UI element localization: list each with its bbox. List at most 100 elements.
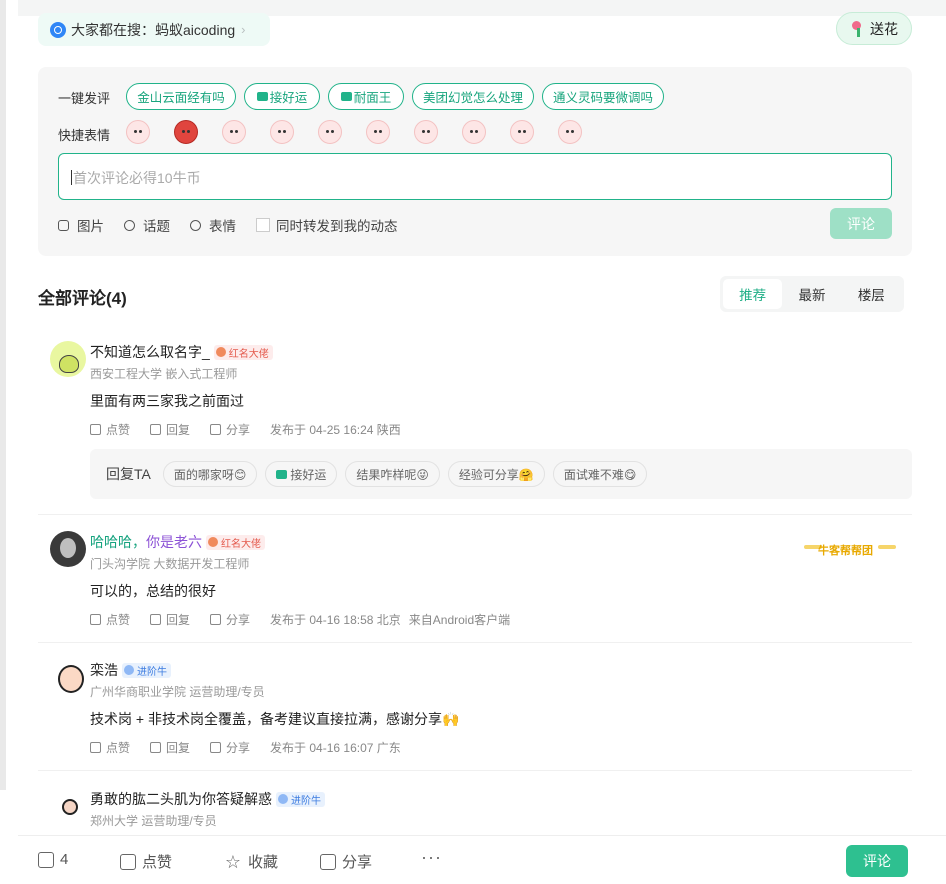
reply-chip[interactable]: 经验可分享🤗	[447, 461, 545, 487]
quick-emoji-label: 快捷表情	[58, 128, 111, 143]
comment-composer: 一键发评 金山云面经有吗 接好运 耐面王 美团幻觉怎么处理 通义灵码要微调吗 快…	[38, 67, 912, 256]
thumbs-up-icon	[120, 853, 136, 870]
image-button[interactable]: 图片	[58, 215, 104, 235]
flower-icon	[850, 20, 866, 37]
emoji-button[interactable]: 表情	[190, 215, 236, 235]
comment-author[interactable]: 栾浩 进阶牛	[90, 660, 171, 680]
cow-emoji-icon[interactable]	[318, 120, 342, 144]
tab-recommended[interactable]: 推荐	[723, 279, 783, 309]
cow-emoji-icon[interactable]	[462, 120, 486, 144]
avatar[interactable]	[50, 659, 86, 695]
image-icon	[58, 219, 69, 231]
like-button[interactable]: 点赞	[120, 851, 172, 872]
share-button[interactable]: 分享	[210, 739, 250, 756]
author-subtitle: 西安工程大学 嵌入式工程师	[90, 367, 238, 381]
reply-icon	[150, 614, 162, 625]
cow-emoji-icon[interactable]	[510, 120, 534, 144]
tab-floor[interactable]: 楼层	[842, 279, 901, 309]
comment-actions: 点赞 回复 分享 发布于 04-16 16:07 广东	[90, 739, 421, 756]
checkbox-box[interactable]	[256, 218, 270, 232]
send-flower-button[interactable]: 送花	[836, 12, 912, 45]
comments-title: 全部评论(4)	[38, 289, 127, 308]
cow-emoji-icon[interactable]	[222, 120, 246, 144]
reply-suggestions: 回复TA 面的哪家呀😊 接好运 结果咋样呢😜 经验可分享🤗 面试难不难😋	[90, 449, 912, 499]
divider	[38, 770, 912, 771]
author-subtitle: 郑州大学 运营助理/专员	[90, 814, 217, 828]
search-icon	[50, 21, 66, 38]
comment-text: 里面有两三家我之前面过	[90, 393, 244, 409]
reply-button[interactable]: 回复	[150, 421, 190, 438]
avatar[interactable]	[50, 341, 86, 377]
status-badge: 进阶牛	[122, 662, 171, 678]
reply-chip[interactable]: 结果咋样呢😜	[345, 461, 440, 487]
comment-author[interactable]: 不知道怎么取名字_ 红名大佬	[90, 342, 273, 362]
comment-meta: 发布于 04-16 18:58 北京 来自Android客户端	[270, 613, 511, 627]
comment-author[interactable]: 勇敢的肱二头肌为你答疑解惑 进阶牛	[90, 789, 325, 809]
quick-comment-chip[interactable]: 美团幻觉怎么处理	[412, 83, 534, 110]
comment-item: 栾浩 进阶牛 广州华商职业学院 运营助理/专员 技术岗 + 非技术岗全覆盖，备考…	[38, 659, 912, 771]
author-subtitle: 广州华商职业学院 运营助理/专员	[90, 685, 265, 699]
hot-search-pill[interactable]: 大家都在搜： 蚂蚁aicoding ›	[38, 13, 270, 46]
share-button[interactable]: 分享	[320, 851, 372, 872]
topic-button[interactable]: 话题	[124, 215, 170, 235]
reply-icon	[150, 742, 162, 753]
crying-cow-emoji-icon[interactable]	[366, 120, 390, 144]
comment-placeholder: 首次评论必得10牛币	[73, 170, 201, 186]
reply-chip[interactable]: 面试难不难😋	[552, 461, 648, 487]
comment-input[interactable]: 首次评论必得10牛币	[58, 153, 892, 200]
quick-comment-chip[interactable]: 耐面王	[328, 83, 404, 110]
cow-emoji-icon[interactable]	[414, 120, 438, 144]
like-button[interactable]: 点赞	[90, 739, 130, 756]
bottom-action-bar: 4 点赞 ☆ 收藏 分享 ··· 评论	[18, 835, 946, 884]
helper-group-pendant: 牛客帮帮团	[804, 534, 896, 562]
quick-comment-chip[interactable]: 金山云面经有吗	[126, 83, 236, 110]
text-caret	[71, 170, 72, 185]
status-badge: 红名大佬	[206, 534, 265, 550]
client-label: 来自Android客户端	[408, 613, 511, 627]
submit-comment-button[interactable]: 评论	[830, 208, 892, 239]
left-edge	[0, 0, 18, 884]
comment-item: 勇敢的肱二头肌为你答疑解惑 进阶牛 郑州大学 运营助理/专员	[38, 788, 912, 836]
comment-section: 大家都在搜： 蚂蚁aicoding › 送花 一键发评 金山云面经有吗 接好运 …	[18, 0, 946, 884]
collect-button[interactable]: ☆ 收藏	[224, 851, 278, 872]
reply-button[interactable]: 回复	[150, 611, 190, 628]
reply-button[interactable]: 回复	[150, 739, 190, 756]
chevron-right-icon: ›	[241, 22, 246, 37]
thumbs-up-icon	[90, 742, 101, 753]
scrollbar-track[interactable]	[0, 0, 6, 790]
avatar[interactable]	[58, 796, 78, 816]
reply-chip[interactable]: 面的哪家呀😊	[162, 461, 258, 487]
status-badge: 红名大佬	[213, 344, 273, 360]
comment-text: 技术岗 + 非技术岗全覆盖，备考建议直接拉满，感谢分享🙌	[90, 711, 460, 727]
quick-comment-chip[interactable]: 通义灵码要微调吗	[542, 83, 664, 110]
cow-emoji-icon[interactable]	[126, 120, 150, 144]
comment-actions: 点赞 回复 分享 发布于 04-16 18:58 北京 来自Android客户端	[90, 611, 530, 628]
more-icon[interactable]: ···	[421, 847, 442, 868]
comment-author[interactable]: 哈哈哈， 你是老六 红名大佬	[90, 532, 265, 552]
pendant-label: 牛客帮帮团	[818, 545, 873, 557]
wing-right	[878, 545, 896, 549]
cow-emoji-icon[interactable]	[270, 120, 294, 144]
like-button[interactable]: 点赞	[90, 611, 130, 628]
avatar[interactable]	[50, 531, 86, 567]
repost-checkbox[interactable]: 同时转发到我的动态	[256, 215, 398, 235]
share-button[interactable]: 分享	[210, 421, 250, 438]
tab-latest[interactable]: 最新	[782, 279, 841, 309]
cow-emoji-icon[interactable]	[558, 120, 582, 144]
share-button[interactable]: 分享	[210, 611, 250, 628]
comment-count-button[interactable]: 4	[38, 851, 68, 868]
share-icon	[210, 424, 222, 435]
sort-tabs: 推荐 最新 楼层	[720, 276, 904, 312]
comment-button[interactable]: 评论	[846, 845, 908, 877]
badge-icon	[215, 347, 226, 357]
hot-search-prefix: 大家都在搜：	[71, 21, 155, 38]
comment-meta: 发布于 04-16 16:07 广东	[270, 741, 401, 755]
reply-chip[interactable]: 接好运	[265, 461, 338, 487]
angry-cow-emoji-icon[interactable]	[174, 120, 198, 144]
reply-ta-label: 回复TA	[106, 466, 151, 482]
comment-text: 可以的，总结的很好	[90, 583, 216, 599]
composer-toolbar: 图片 话题 表情 同时转发到我的动态	[58, 215, 418, 235]
quick-comment-chip[interactable]: 接好运	[244, 83, 320, 110]
like-button[interactable]: 点赞	[90, 421, 130, 438]
author-subtitle: 门头沟学院 大数据开发工程师	[90, 557, 250, 571]
